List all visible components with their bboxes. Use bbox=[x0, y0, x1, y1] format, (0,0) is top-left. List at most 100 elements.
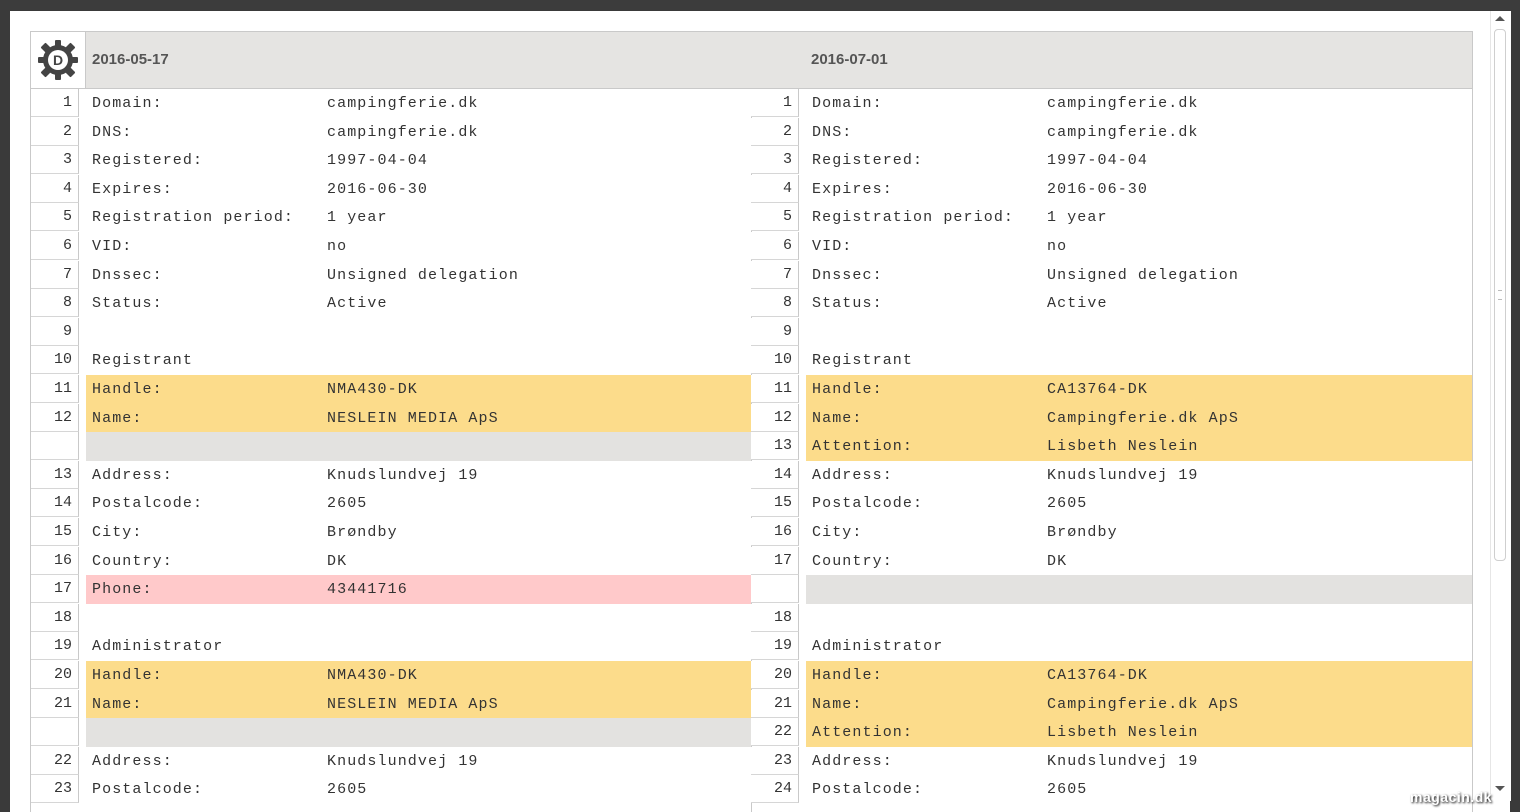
line-number: 24 bbox=[751, 775, 799, 803]
line-content: Expires: 2016-06-30 bbox=[86, 175, 751, 204]
line-number: 7 bbox=[751, 261, 799, 289]
field-value: Unsigned delegation bbox=[1047, 267, 1239, 284]
line-number: 5 bbox=[751, 203, 799, 231]
field-key: Attention: bbox=[812, 438, 914, 455]
line-content: Phone: 43441716 bbox=[86, 575, 751, 604]
field-key: Postalcode: bbox=[92, 781, 204, 798]
line-content: City: Brøndby bbox=[806, 518, 1472, 547]
right-diff-row: 10 Registrant bbox=[751, 346, 1472, 375]
line-number: 7 bbox=[31, 261, 79, 289]
right-diff-row: 8 Status: Active bbox=[751, 289, 1472, 318]
line-number: 3 bbox=[31, 146, 79, 174]
watermark: magacin.dk bbox=[1410, 789, 1493, 805]
left-diff-row: 7 Dnssec: Unsigned delegation bbox=[31, 261, 751, 290]
field-key: Postalcode: bbox=[812, 781, 924, 798]
right-diff-row: 18 bbox=[751, 604, 1472, 633]
field-value: no bbox=[1047, 238, 1068, 255]
field-key: City: bbox=[92, 524, 143, 541]
left-diff-row: 23 Postalcode: 2605 bbox=[31, 775, 751, 804]
field-value: CA13764-DK bbox=[1047, 667, 1149, 684]
modal-scrollbar[interactable] bbox=[1490, 11, 1511, 801]
left-diff-row: 1 Domain: campingferie.dk bbox=[31, 89, 751, 118]
logo[interactable]: D bbox=[31, 32, 86, 88]
left-diff-row: 17 Phone: 43441716 bbox=[31, 575, 751, 604]
field-value: Active bbox=[327, 295, 388, 312]
left-diff-row: 8 Status: Active bbox=[31, 289, 751, 318]
field-value: Lisbeth Neslein bbox=[1047, 724, 1199, 741]
field-key: Name: bbox=[812, 410, 863, 427]
line-number: 20 bbox=[31, 661, 79, 689]
field-key: Handle: bbox=[92, 667, 163, 684]
scroll-thumb[interactable] bbox=[1494, 29, 1506, 561]
line-content: DNS: campingferie.dk bbox=[86, 118, 751, 147]
line-number: 23 bbox=[751, 747, 799, 775]
field-value: 43441716 bbox=[327, 581, 408, 598]
line-content: Status: Active bbox=[86, 289, 751, 318]
field-value: 2016-06-30 bbox=[327, 181, 429, 198]
line-content: Postalcode: 2605 bbox=[86, 489, 751, 518]
left-diff-row: 22 Address: Knudslundvej 19 bbox=[31, 747, 751, 776]
field-key: Postalcode: bbox=[92, 495, 204, 512]
field-key: VID: bbox=[92, 238, 133, 255]
line-number: 2 bbox=[751, 118, 799, 146]
field-value: 2605 bbox=[327, 495, 368, 512]
line-content: Handle: NMA430-DK bbox=[86, 375, 751, 404]
scroll-up-icon[interactable] bbox=[1495, 16, 1505, 21]
field-key: Administrator bbox=[92, 638, 224, 655]
field-value: 1997-04-04 bbox=[1047, 152, 1149, 169]
field-value: 2016-06-30 bbox=[1047, 181, 1149, 198]
right-diff-row: 23 Address: Knudslundvej 19 bbox=[751, 747, 1472, 776]
field-key: VID: bbox=[812, 238, 853, 255]
line-content: Country: DK bbox=[806, 547, 1472, 576]
left-diff-row bbox=[31, 718, 751, 747]
right-diff-row: 17 Country: DK bbox=[751, 547, 1472, 576]
field-value: Campingferie.dk ApS bbox=[1047, 696, 1239, 713]
line-content: Registration period: 1 year bbox=[86, 203, 751, 232]
line-content: Name: Campingferie.dk ApS bbox=[806, 690, 1472, 719]
line-content: City: Brøndby bbox=[86, 518, 751, 547]
right-diff-row: 19 Administrator bbox=[751, 632, 1472, 661]
line-number: 9 bbox=[31, 318, 79, 346]
field-key: Dnssec: bbox=[92, 267, 163, 284]
field-value: Brøndby bbox=[1047, 524, 1118, 541]
line-content: Postalcode: 2605 bbox=[806, 775, 1472, 804]
line-number: 13 bbox=[751, 432, 799, 460]
field-key: Phone: bbox=[92, 581, 153, 598]
line-number bbox=[751, 575, 799, 603]
scroll-down-icon[interactable] bbox=[1495, 786, 1505, 791]
line-content: VID: no bbox=[86, 232, 751, 261]
line-number: 16 bbox=[751, 518, 799, 546]
whois-diff-table: D 2016-05-17 2016-07-01 1 Domain: campingf… bbox=[30, 31, 1473, 812]
left-diff-row: 21 Name: NESLEIN MEDIA ApS bbox=[31, 690, 751, 719]
right-diff-row: 22 Attention: Lisbeth Neslein bbox=[751, 718, 1472, 747]
left-diff-row: 9 bbox=[31, 318, 751, 347]
field-key: Expires: bbox=[812, 181, 893, 198]
left-diff-row: 20 Handle: NMA430-DK bbox=[31, 661, 751, 690]
field-key: DNS: bbox=[92, 124, 133, 141]
line-number: 13 bbox=[31, 461, 79, 489]
field-value: Knudslundvej 19 bbox=[327, 753, 479, 770]
line-content: Name: Campingferie.dk ApS bbox=[806, 404, 1472, 433]
right-diff-row: 5 Registration period: 1 year bbox=[751, 203, 1472, 232]
left-diff-row: 14 Postalcode: 2605 bbox=[31, 489, 751, 518]
line-number: 11 bbox=[31, 375, 79, 403]
field-value: campingferie.dk bbox=[327, 124, 479, 141]
right-version-column: 1 Domain: campingferie.dk 2 DNS: campingferie… bbox=[751, 89, 1472, 812]
line-number: 2 bbox=[31, 118, 79, 146]
line-content: Address: Knudslundvej 19 bbox=[86, 747, 751, 776]
field-key: Address: bbox=[92, 753, 173, 770]
line-number: 20 bbox=[751, 661, 799, 689]
left-diff-row: 2 DNS: campingferie.dk bbox=[31, 118, 751, 147]
field-value: Knudslundvej 19 bbox=[327, 467, 479, 484]
line-number: 10 bbox=[31, 346, 79, 374]
line-number: 5 bbox=[31, 203, 79, 231]
line-number: 15 bbox=[31, 518, 79, 546]
line-number: 8 bbox=[751, 289, 799, 317]
line-content: Attention: Lisbeth Neslein bbox=[806, 718, 1472, 747]
field-value: Knudslundvej 19 bbox=[1047, 753, 1199, 770]
right-diff-row: 24 Postalcode: 2605 bbox=[751, 775, 1472, 804]
left-diff-row: 19 Administrator bbox=[31, 632, 751, 661]
line-number: 4 bbox=[751, 175, 799, 203]
line-content: Handle: NMA430-DK bbox=[86, 661, 751, 690]
line-content: Registered: 1997-04-04 bbox=[86, 146, 751, 175]
